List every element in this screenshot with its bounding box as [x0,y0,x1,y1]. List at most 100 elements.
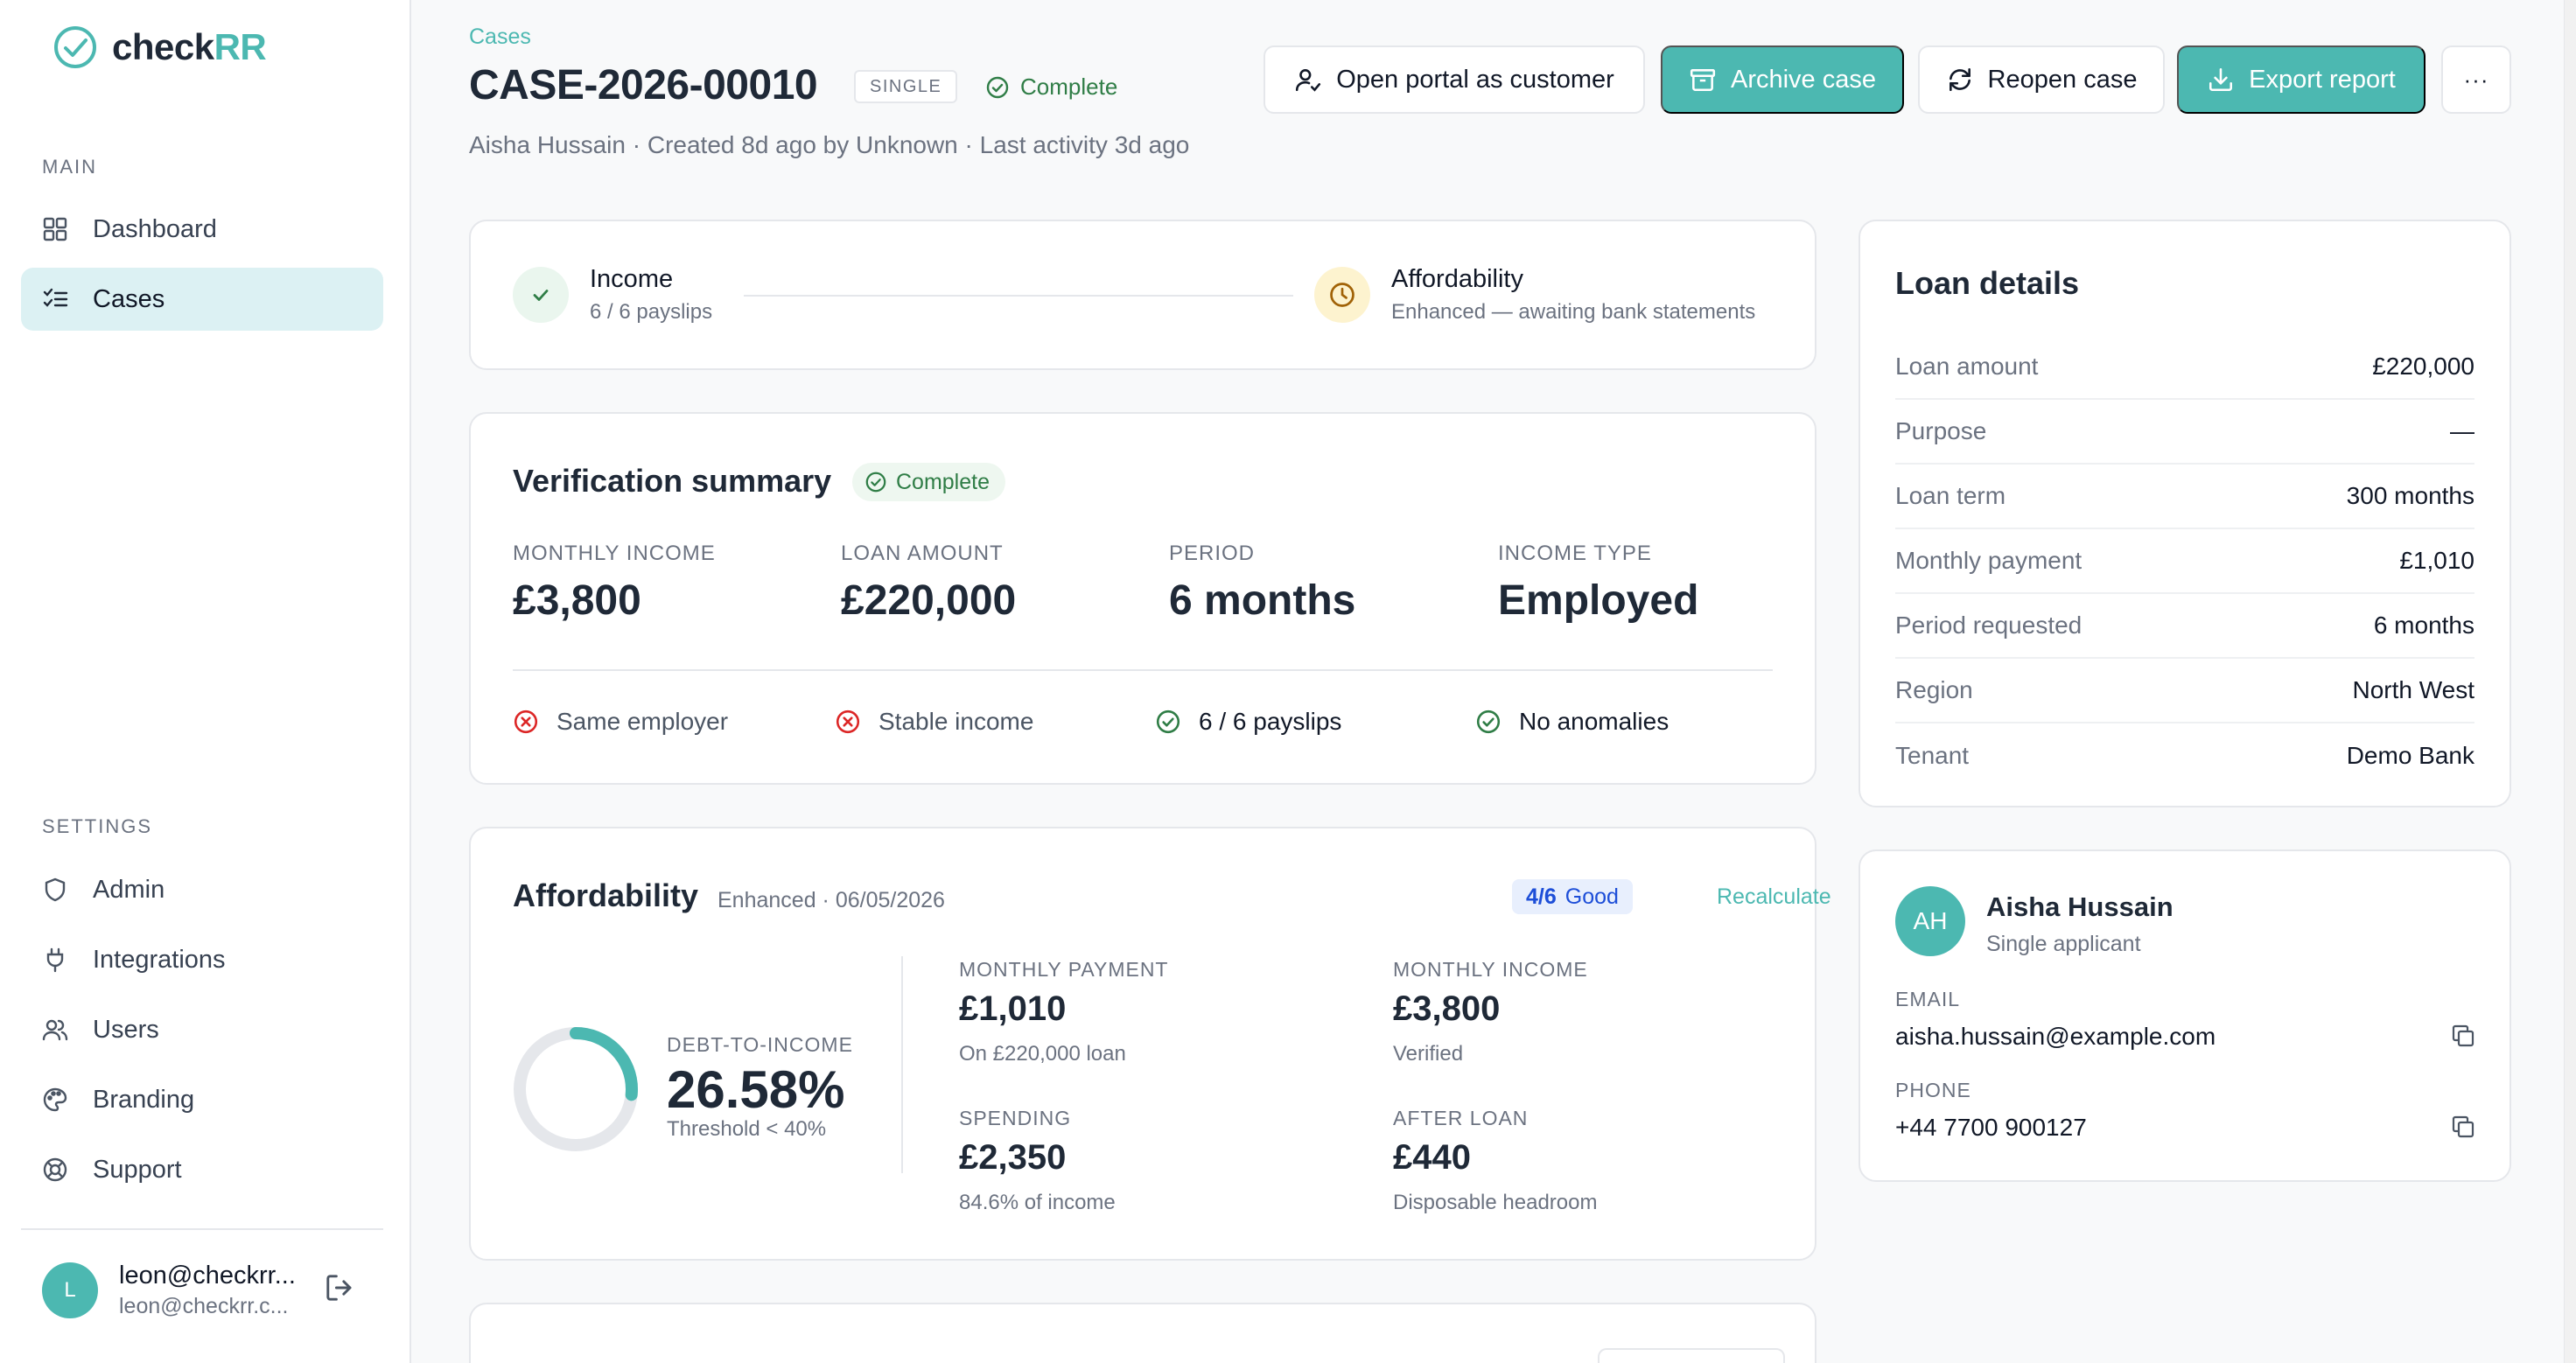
lifebuoy-icon [40,1155,70,1185]
metric-value: £440 [1393,1138,1471,1177]
sidebar-item-cases[interactable]: Cases [21,268,383,331]
case-type-badge: SINGLE [854,70,958,103]
sidebar-item-label: Branding [93,1085,195,1114]
sidebar-item-label: Integrations [93,945,226,974]
dti-threshold: Threshold < 40% [667,1117,827,1141]
step-subtitle-income: 6 / 6 payslips [590,300,713,324]
sidebar-item-support[interactable]: Support [21,1138,383,1201]
metric-sub: Disposable headroom [1393,1191,1598,1214]
plug-icon [40,945,70,975]
sidebar-item-branding[interactable]: Branding [21,1068,383,1131]
divider [513,669,1773,671]
check-circle-icon [1156,709,1180,734]
metric-value: £2,350 [959,1138,1067,1177]
check-item-pass: 6 / 6 payslips [1155,708,1341,736]
main-content: Cases CASE-2026-00010 SINGLE Complete Ai… [411,0,2576,1363]
sidebar-item-dashboard[interactable]: Dashboard [21,198,383,261]
users-icon [40,1015,70,1045]
loan-row: Loan amount £220,000 [1895,335,2474,400]
brand-logo[interactable]: checkRR [52,24,267,70]
scrollbar[interactable] [2564,0,2576,1363]
sidebar-item-label: Cases [93,284,165,313]
next-section-card [469,1303,1816,1363]
verification-title: Verification summary [513,463,832,499]
copy-icon[interactable] [2450,1023,2476,1053]
metric-sub: 84.6% of income [959,1191,1116,1214]
refresh-icon [1949,67,1970,92]
copy-icon[interactable] [2450,1114,2476,1144]
breadcrumb[interactable]: Cases [469,24,531,50]
archive-case-button[interactable]: Archive case [1661,45,1904,114]
dti-donut [514,1027,638,1151]
x-circle-icon [836,709,860,734]
stat-label: MONTHLY INCOME [513,542,716,565]
step-done-icon [513,267,569,323]
check-item-fail: Same employer [513,708,728,736]
loan-details-title: Loan details [1895,265,2080,301]
metric-sub: On £220,000 loan [959,1042,1126,1066]
metric-label: MONTHLY INCOME [1393,958,1588,981]
download-icon [2209,67,2233,92]
grid-icon [40,214,70,244]
metric-label: MONTHLY PAYMENT [959,958,1169,981]
applicant-email: aisha.hussain@example.com [1895,1023,2216,1050]
applicant-role: Single applicant [1986,932,2141,956]
sidebar-item-admin[interactable]: Admin [21,858,383,921]
sidebar-item-users[interactable]: Users [21,998,383,1061]
case-meta: Aisha Hussain · Created 8d ago by Unknow… [469,131,1190,158]
user-profile[interactable]: L leon@checkrr... leon@checkrr.c... [42,1262,296,1319]
check-circle-icon [865,472,886,493]
nav-heading-settings: SETTINGS [42,815,153,837]
step-title-affordability: Affordability [1391,265,1523,293]
user-name: leon@checkrr... [119,1262,296,1290]
logo-check-icon [54,26,96,68]
step-connector [744,295,1293,297]
user-check-icon [1296,69,1321,92]
check-item-fail: Stable income [835,708,1033,736]
stat-value: £220,000 [841,577,1017,624]
shield-icon [40,875,70,905]
loan-row: Purpose — [1895,400,2474,465]
avatar: L [42,1262,98,1318]
verification-summary-card: Verification summary Complete MONTHLY IN… [469,412,1816,785]
dti-value: 26.58% [667,1060,845,1119]
divider [901,956,903,1173]
check-item-pass: No anomalies [1475,708,1669,736]
user-email: leon@checkrr.c... [119,1294,289,1318]
sidebar-divider [21,1228,383,1230]
affordability-subtitle: Enhanced · 06/05/2026 [718,888,945,912]
page-title: CASE-2026-00010 [469,62,818,108]
metric-label: SPENDING [959,1107,1072,1129]
metric-label: AFTER LOAN [1393,1107,1529,1129]
stat-value: 6 months [1169,577,1356,624]
sidebar-item-label: Dashboard [93,214,217,243]
metric-sub: Verified [1393,1042,1464,1066]
recalculate-link[interactable]: Recalculate [1717,884,1831,910]
step-title-income: Income [590,265,674,293]
open-portal-button[interactable]: Open portal as customer [1264,45,1645,114]
affordability-score-badge: 4/6 Good [1512,879,1633,914]
reopen-case-button[interactable]: Reopen case [1918,45,2165,114]
dti-label: DEBT-TO-INCOME [667,1033,853,1056]
avatar: AH [1895,886,1965,956]
step-subtitle-affordability: Enhanced — awaiting bank statements [1391,300,1756,324]
affordability-title: Affordability [513,877,698,913]
card-action-button[interactable] [1598,1348,1785,1363]
sidebar-item-label: Admin [93,875,165,904]
sidebar-item-label: Users [93,1015,159,1044]
list-check-icon [40,284,70,314]
stat-label: PERIOD [1169,542,1256,565]
metric-value: £1,010 [959,989,1067,1028]
applicant-name: Aisha Hussain [1986,891,2174,922]
more-actions-button[interactable]: ··· [2441,45,2511,114]
stat-label: LOAN AMOUNT [841,542,1004,565]
verification-status-badge: Complete [852,463,1005,501]
email-label: EMAIL [1895,988,1961,1010]
metric-value: £3,800 [1393,989,1501,1028]
export-report-button[interactable]: Export report [2177,45,2426,114]
logout-icon[interactable] [324,1272,355,1308]
affordability-card: Affordability Enhanced · 06/05/2026 4/6 G… [469,827,1831,1261]
progress-steps-card: Income 6 / 6 payslips Affordability Enha… [469,220,1816,370]
sidebar-item-integrations[interactable]: Integrations [21,928,383,991]
applicant-card: AH Aisha Hussain Single applicant EMAIL … [1858,849,2511,1182]
